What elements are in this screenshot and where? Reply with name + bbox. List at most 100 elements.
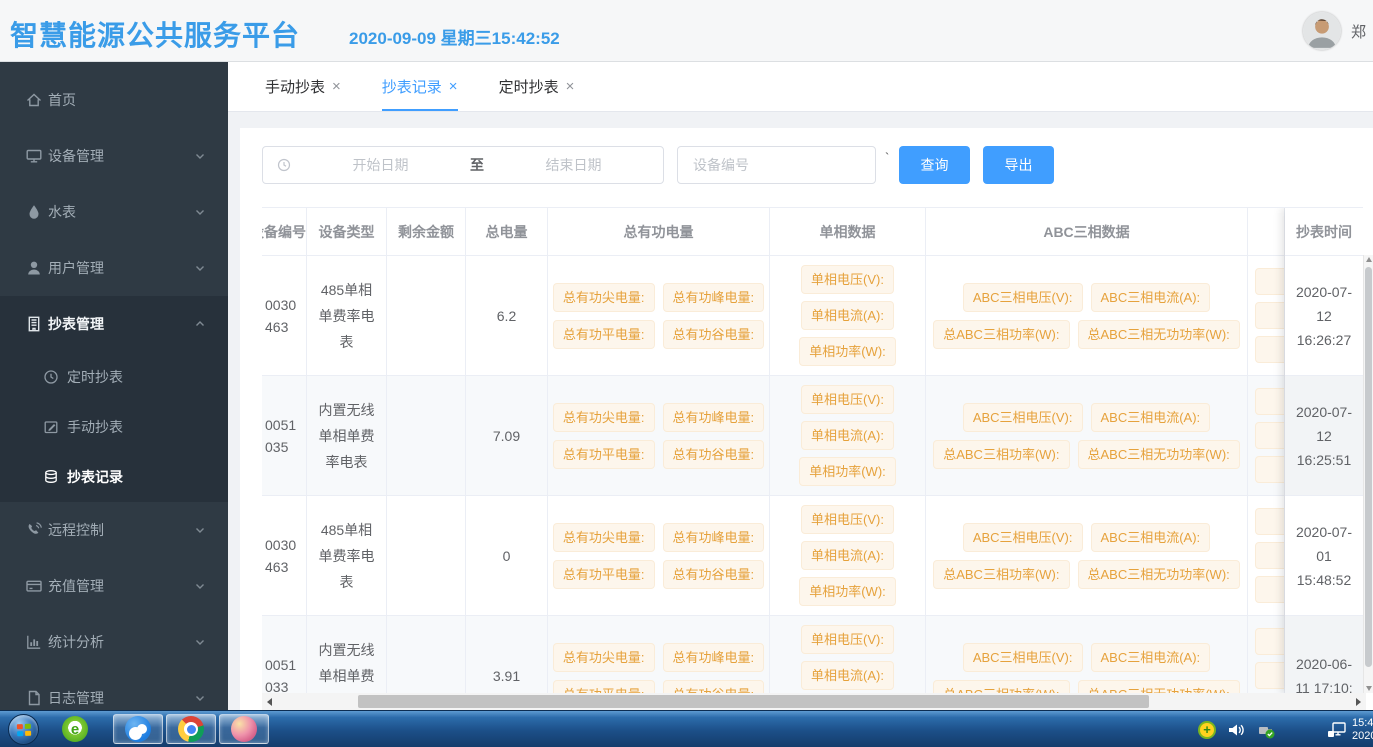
cell-device-type: 内置无线单相单费率电表: [315, 637, 379, 694]
database-icon: [43, 469, 59, 485]
user-area[interactable]: 郑: [1303, 0, 1373, 62]
tag-valley-energy: 总有功谷电量:: [663, 440, 765, 469]
content-panel: 开始日期 至 结束日期 ` 查询 导出 设备编号 设备类型 剩余金额 总电量 总…: [240, 128, 1373, 710]
tag-abc-voltage: ABC三相电压(V):: [963, 283, 1083, 312]
taskbar-item-qq-browser[interactable]: [113, 714, 163, 744]
cell-read-time: 2020-07-01 15:48:52: [1285, 496, 1363, 616]
vertical-scrollbar-thumb[interactable]: [1365, 267, 1372, 667]
export-button[interactable]: 导出: [983, 146, 1054, 184]
taskbar-item-chrome[interactable]: [166, 714, 216, 744]
table-header-row: 设备编号 设备类型 剩余金额 总电量 总有功电量 单相数据 ABC三相数据: [262, 208, 1363, 256]
usb-device-icon[interactable]: [1256, 720, 1276, 740]
chevron-down-icon: [193, 261, 207, 275]
app-header: 智慧能源公共服务平台 2020-09-09 星期三15:42:52 郑: [0, 0, 1373, 62]
header-datetime: 2020-09-09 星期三15:42:52: [349, 24, 560, 49]
tag-abc-voltage: ABC三相电压(V):: [963, 523, 1083, 552]
sidebar-item-remote-control[interactable]: 远程控制: [0, 502, 228, 558]
tag-sharp-energy: 总有功尖电量:: [553, 643, 655, 672]
start-date-input[interactable]: 开始日期: [291, 155, 470, 175]
tag-sharp-energy: 总有功尖电量:: [553, 403, 655, 432]
sidebar-item-scheduled-reading[interactable]: 定时抄表: [0, 352, 228, 402]
col-partial: [1248, 208, 1285, 255]
tab-reading-records[interactable]: 抄表记录 ×: [382, 62, 458, 111]
scroll-right-arrow-icon[interactable]: [1356, 698, 1361, 706]
cell-device-number: 0051033: [265, 654, 303, 694]
tab-manual-reading[interactable]: 手动抄表 ×: [265, 62, 341, 111]
close-icon[interactable]: ×: [332, 78, 341, 95]
user-name: 郑: [1351, 21, 1373, 42]
cell-device-number: 0051035: [265, 414, 303, 458]
clock-time: 15:42: [1352, 717, 1373, 730]
chrome-icon: [178, 716, 204, 742]
cell-total-energy: 0: [466, 496, 548, 615]
tag-abc-current: ABC三相电流(A):: [1091, 523, 1211, 552]
tag-peak-energy: 总有功峰电量:: [663, 403, 765, 432]
tag-abc-voltage: ABC三相电压(V):: [963, 403, 1083, 432]
tag-peak-energy: 总有功峰电量:: [663, 643, 765, 672]
horizontal-scrollbar[interactable]: [262, 693, 1366, 710]
cell-device-type: 内置无线单相单费率电表: [315, 397, 379, 475]
tag-sharp-energy: 总有功尖电量:: [553, 283, 655, 312]
tag-abc-reactive-power: 总ABC三相无功功率(W):: [1078, 440, 1240, 469]
close-icon[interactable]: ×: [449, 78, 458, 95]
tag-abc-current: ABC三相电流(A):: [1091, 283, 1211, 312]
taskbar-clock[interactable]: 15:42 2020/9/9: [1352, 717, 1373, 743]
clock-icon: [277, 158, 291, 172]
home-icon: [25, 91, 43, 109]
sidebar-item-home[interactable]: 首页: [0, 72, 228, 128]
360-safety-tray-icon[interactable]: +: [1198, 721, 1216, 739]
sidebar-item-meter-reading-management[interactable]: 抄表管理: [0, 296, 228, 352]
scroll-left-arrow-icon[interactable]: [267, 698, 272, 706]
scroll-up-arrow-icon[interactable]: [1366, 257, 1372, 262]
sidebar-item-device-management[interactable]: 设备管理: [0, 128, 228, 184]
cell-device-type: 485单相单费率电表: [315, 517, 379, 595]
tag-valley-energy: 总有功谷电量:: [663, 560, 765, 589]
cell-read-time: 2020-07-12 16:26:27: [1285, 256, 1363, 376]
cell-total-energy: 7.09: [466, 376, 548, 495]
horizontal-scrollbar-thumb[interactable]: [358, 695, 1149, 708]
tag-single-power: 单相功率(W):: [799, 577, 896, 606]
bar-chart-icon: [25, 633, 43, 651]
sidebar-item-statistics[interactable]: 统计分析: [0, 614, 228, 670]
chevron-down-icon: [193, 691, 207, 705]
taskbar-item-360-browser[interactable]: e: [53, 714, 97, 745]
avatar[interactable]: [1303, 12, 1341, 50]
close-icon[interactable]: ×: [566, 78, 575, 95]
tab-scheduled-reading[interactable]: 定时抄表 ×: [499, 62, 575, 111]
cell-total-energy: 3.91: [466, 616, 548, 693]
scroll-down-arrow-icon[interactable]: [1366, 686, 1372, 691]
taskbar-item-media-app[interactable]: [219, 714, 269, 744]
sidebar-item-reading-records[interactable]: 抄表记录: [0, 452, 228, 502]
tag-abc-current: ABC三相电流(A):: [1091, 643, 1211, 672]
tag-valley-energy: 总有功谷电量:: [663, 680, 765, 694]
network-icon[interactable]: [1326, 720, 1348, 740]
device-number-input[interactable]: [677, 146, 876, 184]
chevron-down-icon: [193, 149, 207, 163]
page-title: 智慧能源公共服务平台: [10, 14, 300, 54]
col-three-phase: ABC三相数据: [926, 208, 1248, 255]
sidebar-item-water-meter[interactable]: 水表: [0, 184, 228, 240]
sidebar-item-user-management[interactable]: 用户管理: [0, 240, 228, 296]
volume-icon[interactable]: [1226, 720, 1246, 740]
vertical-scrollbar[interactable]: [1363, 255, 1373, 693]
sidebar-item-recharge-management[interactable]: 充值管理: [0, 558, 228, 614]
col-read-time: 抄表时间: [1285, 208, 1363, 256]
tag-single-current: 单相电流(A):: [801, 661, 894, 690]
col-single-phase: 单相数据: [770, 208, 926, 255]
start-button[interactable]: [8, 714, 39, 745]
col-active-energy: 总有功电量: [548, 208, 770, 255]
meter-icon: [25, 315, 43, 333]
chevron-down-icon: [193, 635, 207, 649]
col-balance: 剩余金额: [387, 208, 466, 255]
end-date-input[interactable]: 结束日期: [484, 155, 663, 175]
query-button[interactable]: 查询: [899, 146, 970, 184]
sidebar-item-manual-reading[interactable]: 手动抄表: [0, 402, 228, 452]
tag-single-power: 单相功率(W):: [799, 457, 896, 486]
system-tray: +: [1198, 711, 1348, 747]
sidebar-group-meter-reading: 抄表管理 定时抄表 手动抄表 抄表记录: [0, 296, 228, 502]
tag-abc-reactive-power: 总ABC三相无功功率(W):: [1078, 680, 1240, 694]
col-device-number: 设备编号: [262, 208, 307, 255]
cell-balance: [387, 376, 466, 495]
date-range-picker[interactable]: 开始日期 至 结束日期: [262, 146, 664, 184]
windows-taskbar: e + 15:42 2020/9/9: [0, 710, 1373, 747]
